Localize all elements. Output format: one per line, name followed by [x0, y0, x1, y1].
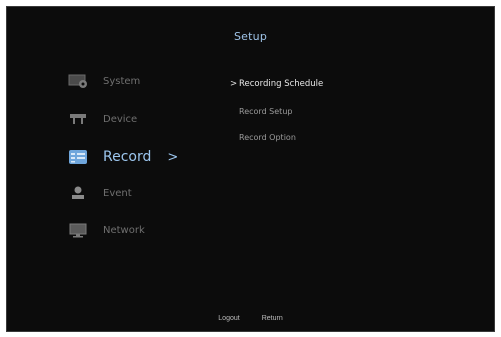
return-button[interactable]: Return [256, 312, 289, 325]
submenu-item-recording-schedule[interactable]: > Recording Schedule [230, 79, 323, 89]
menu-label-system: System [103, 75, 141, 87]
record-icon [67, 148, 89, 166]
event-icon [67, 184, 89, 202]
submenu-label: Recording Schedule [239, 79, 324, 89]
menu-item-network[interactable]: Network [67, 218, 202, 242]
device-icon [67, 110, 89, 128]
menu-label-event: Event [103, 187, 132, 199]
footer-buttons: Logout Return [7, 312, 494, 325]
network-icon [67, 221, 89, 239]
menu-label-network: Network [103, 224, 145, 236]
chevron-right-icon: > [230, 79, 238, 89]
menu-item-event[interactable]: Event [67, 181, 202, 205]
chevron-right-icon: > [167, 149, 179, 165]
menu-item-system[interactable]: System [67, 69, 202, 93]
menu-label-device: Device [103, 113, 138, 125]
submenu-item-record-setup[interactable]: Record Setup [239, 107, 292, 116]
submenu-label: Record Setup [239, 107, 293, 116]
submenu-item-record-option[interactable]: Record Option [239, 133, 296, 142]
menu-item-device[interactable]: Device [67, 107, 202, 131]
page-title: Setup [233, 30, 268, 43]
menu-label-record: Record [103, 149, 152, 165]
submenu-label: Record Option [239, 133, 296, 142]
system-icon [67, 72, 89, 90]
setup-screen: Setup System Device Record > Event Netwo… [6, 6, 495, 332]
logout-button[interactable]: Logout [212, 312, 245, 325]
menu-item-record[interactable]: Record > [67, 145, 202, 169]
